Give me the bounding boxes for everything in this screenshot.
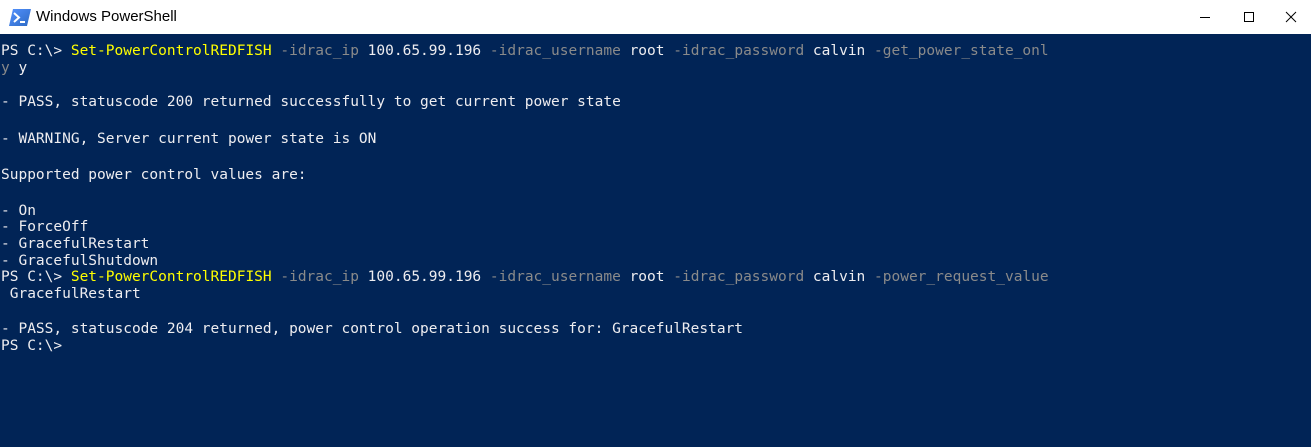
list-item: - GracefulShutdown	[1, 253, 159, 269]
window-title: Windows PowerShell	[36, 8, 177, 25]
list-item: - GracefulRestart	[1, 236, 150, 252]
value-idrac-username: root	[629, 269, 665, 285]
close-icon	[1285, 11, 1297, 23]
title-bar[interactable]: Windows PowerShell	[0, 0, 1311, 34]
maximize-icon	[1244, 12, 1254, 22]
command-line-2: PS C:\> Set-PowerControlREDFISH -idrac_i…	[1, 269, 1049, 286]
param-power-request-value: -power_request_value	[865, 269, 1049, 285]
value-get-power-state: y	[9, 60, 28, 76]
powershell-window: Windows PowerShell PS C:\> Set-PowerCont…	[0, 0, 1311, 447]
param-idrac-username: -idrac_username	[481, 269, 630, 285]
console-output[interactable]: PS C:\> Set-PowerControlREDFISH -idrac_i…	[0, 34, 1311, 447]
powershell-icon	[9, 9, 31, 26]
param-idrac-username: -idrac_username	[481, 43, 630, 59]
output-line: Supported power control values are:	[1, 167, 307, 183]
current-prompt[interactable]: PS C:\>	[1, 338, 62, 355]
param-idrac-password: -idrac_password	[664, 43, 813, 59]
output-line: - PASS, statuscode 204 returned, power c…	[1, 321, 744, 337]
cmdlet-name: Set-PowerControlREDFISH	[70, 269, 272, 285]
value-idrac-ip: 100.65.99.196	[367, 269, 482, 285]
param-idrac-password: -idrac_password	[664, 269, 813, 285]
param-wrap: y	[1, 60, 10, 76]
close-button[interactable]	[1268, 0, 1311, 34]
output-line: - WARNING, Server current power state is…	[1, 131, 377, 147]
value-idrac-ip: 100.65.99.196	[367, 43, 482, 59]
param-idrac-ip: -idrac_ip	[271, 43, 368, 59]
value-idrac-password: calvin	[812, 43, 866, 59]
maximize-button[interactable]	[1226, 0, 1272, 34]
output-line: - PASS, statuscode 200 returned successf…	[1, 94, 621, 110]
minimize-button[interactable]	[1182, 0, 1228, 34]
prompt: PS C:\>	[1, 269, 71, 285]
cmdlet-name: Set-PowerControlREDFISH	[70, 43, 272, 59]
param-get-power-state: -get_power_state_onl	[865, 43, 1049, 59]
prompt: PS C:\>	[1, 43, 71, 59]
list-item: - ForceOff	[1, 219, 89, 235]
command-line-2-wrap: GracefulRestart	[1, 286, 141, 302]
param-idrac-ip: -idrac_ip	[271, 269, 368, 285]
value-idrac-password: calvin	[812, 269, 866, 285]
list-item: - On	[1, 203, 36, 219]
command-line-1-wrap: y y	[1, 60, 27, 77]
minimize-icon	[1200, 17, 1210, 18]
value-idrac-username: root	[629, 43, 665, 59]
command-line-1: PS C:\> Set-PowerControlREDFISH -idrac_i…	[1, 43, 1049, 60]
